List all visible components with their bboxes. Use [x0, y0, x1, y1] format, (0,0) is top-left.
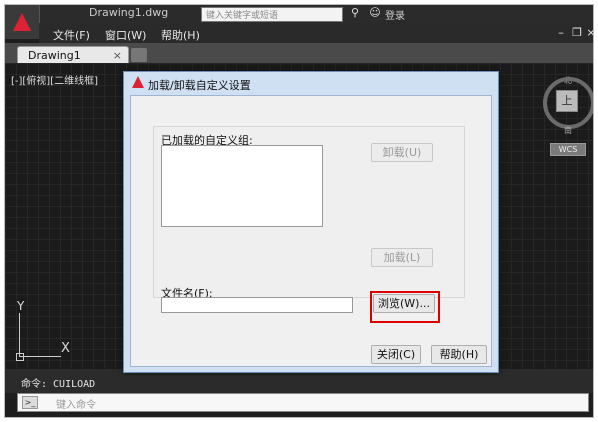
dialog-body: 已加载的自定义组: 卸载(U) 加载(L) 文件名(F): 浏览(W)... 关…	[130, 95, 492, 367]
load-button[interactable]: 加载(L)	[371, 248, 433, 267]
command-placeholder: 键入命令	[56, 400, 96, 411]
ucs-y-axis	[19, 313, 20, 357]
wcs-menu[interactable]: WCS	[550, 143, 586, 156]
window-title: Drawing1.dwg	[89, 6, 169, 19]
app-logo-icon	[13, 13, 31, 31]
viewcube-south[interactable]: 南	[564, 125, 572, 136]
filename-field[interactable]	[161, 297, 353, 313]
menu-help[interactable]: 帮助(H)	[161, 27, 200, 43]
command-input[interactable]: >_ 键入命令	[17, 393, 589, 412]
load-unload-customizations-dialog: 加载/卸载自定义设置 已加载的自定义组: 卸载(U) 加载(L) 文件名(F):…	[123, 71, 499, 373]
app-window: Drawing1.dwg 键入关键字或短语 ⚲ ☺ 登录 文件(F) 窗口(W)…	[4, 4, 594, 418]
menu-window[interactable]: 窗口(W)	[105, 27, 146, 43]
tab-drawing1[interactable]: Drawing1 ×	[17, 46, 129, 64]
minimize-icon[interactable]: –	[555, 27, 567, 39]
sign-in-label[interactable]: 登录	[385, 7, 405, 22]
app-menu-button[interactable]	[5, 5, 40, 39]
dialog-title-bar: 加载/卸载自定义设置	[124, 72, 498, 94]
autocad-logo-icon	[132, 76, 144, 88]
browse-button[interactable]: 浏览(W)...	[373, 294, 435, 313]
close-button[interactable]: 关闭(C)	[371, 345, 421, 364]
binoculars-icon[interactable]: ⚲	[349, 7, 361, 19]
unload-button[interactable]: 卸载(U)	[371, 143, 433, 162]
ucs-origin-icon	[16, 353, 24, 361]
file-tab-bar: Drawing1 ×	[5, 43, 593, 64]
command-prompt-icon[interactable]: >_	[22, 396, 38, 409]
close-tab-icon[interactable]: ×	[113, 49, 122, 62]
dialog-title: 加载/卸载自定义设置	[148, 79, 251, 92]
ucs-x-axis	[19, 356, 61, 357]
command-history-text: 命令: CUILOAD	[21, 379, 96, 390]
menu-file[interactable]: 文件(F)	[53, 27, 90, 43]
help-button[interactable]: 帮助(H)	[431, 345, 487, 364]
close-window-icon[interactable]: ×	[585, 27, 593, 39]
ucs-y-label: Y	[17, 299, 25, 313]
viewcube-top-face[interactable]: 上	[556, 90, 578, 112]
loaded-groups-list[interactable]	[161, 145, 323, 227]
viewcube[interactable]: 上	[543, 77, 593, 129]
restore-icon[interactable]: ❐	[571, 27, 583, 39]
search-placeholder: 键入关键字或短语	[206, 11, 279, 21]
new-tab-button[interactable]	[131, 48, 147, 62]
ucs-x-label: X	[61, 341, 70, 356]
search-input[interactable]: 键入关键字或短语	[201, 7, 343, 22]
user-icon[interactable]: ☺	[369, 7, 381, 19]
menu-bar: 文件(F) 窗口(W) 帮助(H) – ❐ ×	[39, 23, 593, 43]
tab-label: Drawing1	[28, 49, 81, 62]
viewport-controls[interactable]: [-][俯视][二维线框]	[11, 72, 98, 87]
title-bar: Drawing1.dwg 键入关键字或短语 ⚲ ☺ 登录	[5, 5, 593, 23]
